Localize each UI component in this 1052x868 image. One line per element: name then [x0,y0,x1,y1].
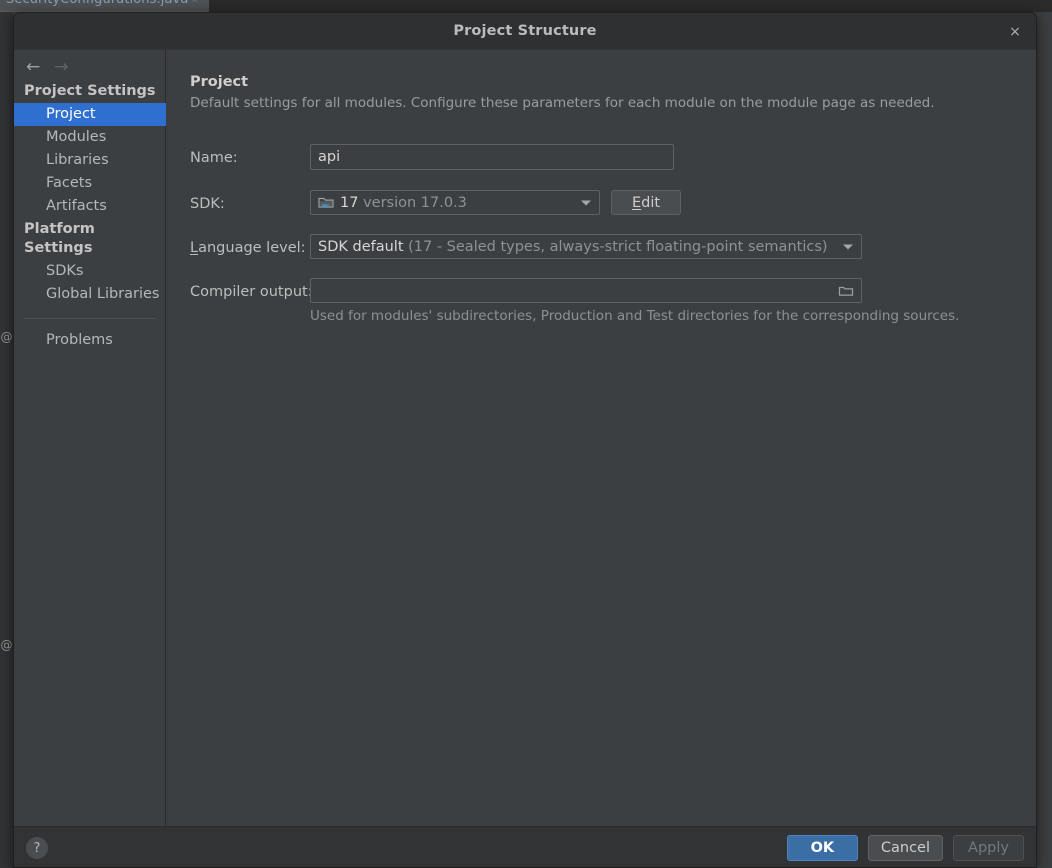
sidebar-item-problems[interactable]: Problems [14,329,166,352]
chevron-down-icon [581,200,591,205]
language-level-combobox[interactable]: SDK default (17 - Sealed types, always-s… [310,234,862,259]
language-level-mnemonic: L [190,240,199,256]
project-name-value: api [318,149,341,165]
sidebar-item-artifacts[interactable]: Artifacts [14,195,166,218]
sidebar-item-facets[interactable]: Facets [14,172,166,195]
edit-button-label: dit [641,194,661,211]
project-structure-dialog: Project Structure × ← → Project Settings… [13,12,1037,868]
sidebar-item-global-libraries[interactable]: Global Libraries [14,283,166,306]
language-level-label: Language level: [190,240,306,256]
gutter-annotation-icon: @ [0,638,13,652]
arrow-left-icon[interactable]: ← [26,59,40,76]
page-title: Project [190,74,249,90]
sidebar-group-project-settings: Project Settings [24,83,156,99]
edit-sdk-button[interactable]: Edit [611,190,681,215]
dialog-action-buttons: OK Cancel Apply [786,835,1024,861]
sidebar-divider [24,318,156,319]
dialog-title: Project Structure [453,23,597,39]
close-icon[interactable]: × [190,0,199,6]
arrow-right-icon[interactable]: → [54,59,68,76]
dialog-footer: ? OK Cancel Apply [14,826,1036,867]
settings-sidebar: ← → Project Settings Project Modules Lib… [14,50,166,828]
compiler-output-label: Compiler output: [190,284,313,300]
editor-gutter: @ @ [0,12,13,868]
dialog-titlebar: Project Structure × [14,13,1036,50]
sidebar-nav-list: Project Settings Project Modules Librari… [14,80,166,352]
help-button[interactable]: ? [26,837,48,859]
language-level-label-rest: anguage level: [198,240,306,256]
close-icon[interactable]: × [1004,21,1026,43]
project-settings-panel: Project Default settings for all modules… [166,50,1036,828]
sdk-label: SDK: [190,196,225,212]
folder-browse-icon[interactable] [838,284,854,297]
sidebar-navigation: ← → [26,59,69,76]
project-name-input[interactable]: api [310,144,674,170]
compiler-output-hint: Used for modules' subdirectories, Produc… [310,308,960,324]
sdk-version-detail: version 17.0.3 [363,194,467,211]
name-label: Name: [190,150,238,166]
editor-tab-label: SecurityConfigurations.java [6,0,188,7]
compiler-output-input[interactable] [310,278,862,303]
sidebar-item-modules[interactable]: Modules [14,126,166,149]
sidebar-item-sdks[interactable]: SDKs [14,260,166,283]
chevron-down-icon [843,244,853,249]
java-sdk-folder-icon [318,195,335,210]
sidebar-item-project[interactable]: Project [14,103,166,126]
page-description: Default settings for all modules. Config… [190,95,935,111]
dialog-body: ← → Project Settings Project Modules Lib… [14,50,1036,828]
ok-button[interactable]: OK [786,835,858,861]
apply-button: Apply [953,835,1024,861]
sidebar-group-platform-settings: Platform Settings [24,221,95,256]
sidebar-item-libraries[interactable]: Libraries [14,149,166,172]
editor-tab-security-configurations[interactable]: SecurityConfigurations.java × [0,0,209,12]
edit-button-mnemonic: E [631,194,642,211]
cancel-button[interactable]: Cancel [867,835,943,861]
language-level-detail: (17 - Sealed types, always-strict floati… [408,238,828,255]
sdk-combobox[interactable]: 17 version 17.0.3 [310,190,600,215]
language-level-value: SDK default [318,238,404,255]
sdk-version-name: 17 [340,194,359,211]
gutter-annotation-icon: @ [0,330,13,344]
